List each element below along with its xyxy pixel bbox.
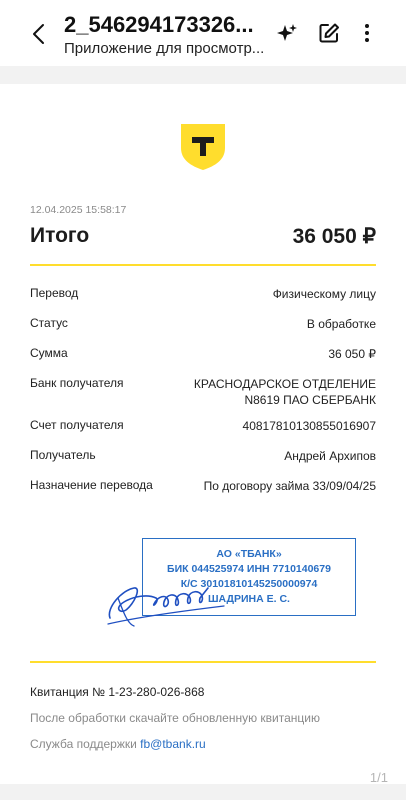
row-value-account: 40817810130855016907 bbox=[242, 419, 376, 433]
stamp-line-bank: АО «ТБАНК» bbox=[216, 548, 282, 560]
row-label-account: Счет получателя bbox=[30, 418, 124, 432]
document-subtitle: Приложение для просмотр... bbox=[64, 40, 265, 57]
support-label: Служба поддержки bbox=[30, 737, 137, 751]
row-value-transfer: Физическому лицу bbox=[272, 287, 376, 301]
arrow-left-icon bbox=[33, 24, 44, 44]
row-value-status: В обработке bbox=[306, 317, 376, 331]
more-vertical-icon bbox=[365, 24, 369, 42]
app-bar: 2_546294173326... Приложение для просмот… bbox=[0, 0, 406, 66]
support-line: Служба поддержки fb@tbank.ru bbox=[30, 737, 206, 751]
row-value-bank-line1: КРАСНОДАРСКОЕ ОТДЕЛЕНИЕ bbox=[193, 377, 376, 391]
row-label-purpose: Назначение перевода bbox=[30, 478, 153, 492]
page-indicator: 1/1 bbox=[369, 770, 388, 785]
receipt-document: 12.04.2025 15:58:17 Итого 36 050 ₽ Перев… bbox=[0, 84, 406, 784]
total-value: 36 050 ₽ bbox=[292, 225, 376, 248]
sparkle-icon bbox=[277, 24, 297, 41]
row-label-bank: Банк получателя bbox=[30, 376, 124, 390]
update-note: После обработки скачайте обновленную кви… bbox=[30, 711, 320, 725]
document-title: 2_546294173326... bbox=[64, 12, 254, 37]
edit-button[interactable] bbox=[316, 20, 342, 46]
back-button[interactable] bbox=[24, 20, 52, 48]
row-value-bank-line2: N8619 ПАО СБЕРБАНК bbox=[244, 393, 376, 407]
row-value-amount: 36 050 ₽ bbox=[328, 347, 376, 361]
support-email-link[interactable]: fb@tbank.ru bbox=[140, 737, 206, 751]
tbank-logo bbox=[181, 124, 225, 170]
row-label-amount: Сумма bbox=[30, 346, 68, 360]
total-label: Итого bbox=[30, 224, 90, 247]
edit-icon bbox=[319, 23, 339, 43]
handwritten-signature bbox=[107, 587, 225, 627]
row-label-status: Статус bbox=[30, 316, 68, 330]
divider bbox=[30, 264, 376, 266]
divider bbox=[30, 661, 376, 663]
row-value-recipient: Андрей Архипов bbox=[284, 449, 376, 463]
row-label-recipient: Получатель bbox=[30, 448, 96, 462]
ai-button[interactable] bbox=[274, 20, 300, 46]
receipt-number: Квитанция № 1-23-280-026-868 bbox=[30, 685, 205, 699]
row-value-purpose: По договору займа 33/09/04/25 bbox=[203, 479, 376, 493]
transaction-datetime: 12.04.2025 15:58:17 bbox=[30, 204, 127, 216]
row-label-transfer: Перевод bbox=[30, 286, 79, 300]
more-options-button[interactable] bbox=[354, 20, 380, 46]
